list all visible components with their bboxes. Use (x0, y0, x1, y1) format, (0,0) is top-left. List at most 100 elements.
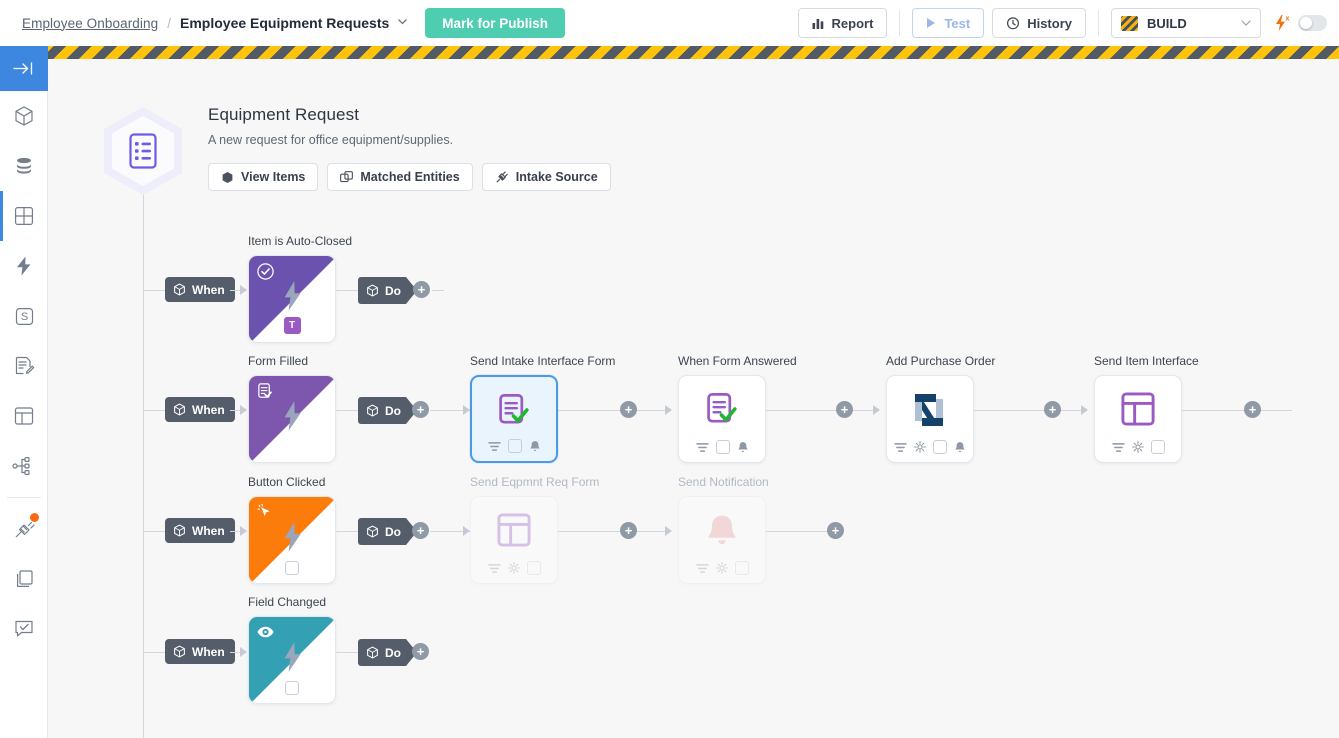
bell-icon[interactable] (954, 441, 966, 454)
checkbox-icon[interactable] (1151, 440, 1165, 454)
automation-toggle[interactable] (1298, 15, 1327, 31)
row3-lead-line (143, 531, 165, 532)
cube-icon (173, 403, 186, 416)
do-chip-row1[interactable]: Do (358, 277, 417, 304)
chevron-down-icon[interactable] (398, 19, 407, 25)
environment-select[interactable]: BUILD (1111, 8, 1261, 38)
sidebar-item-automations[interactable] (0, 241, 48, 291)
trigger-card-button-clicked[interactable] (248, 496, 336, 584)
intake-source-button[interactable]: Intake Source (482, 163, 611, 191)
row4-lead-line (143, 652, 165, 653)
add-action-button-row4-a[interactable]: + (412, 643, 429, 660)
breadcrumb-separator: / (167, 16, 171, 31)
action-card-send-eqpmnt-req-form[interactable] (470, 496, 558, 584)
sidebar-item-scripts[interactable]: S (0, 291, 48, 341)
checkbox-icon[interactable] (716, 440, 730, 454)
sidebar-item-approvals[interactable] (0, 604, 48, 654)
when-chip-row2[interactable]: When (165, 397, 235, 422)
root-node-hexagon[interactable] (104, 107, 182, 195)
add-action-button-row2-a[interactable]: + (412, 401, 429, 418)
sidebar-item-versions[interactable] (0, 554, 48, 604)
row3-arrow-a (240, 526, 247, 536)
trigger-card-footer (249, 681, 335, 695)
sidebar-item-layouts[interactable] (0, 391, 48, 441)
add-action-button-row1[interactable]: + (413, 281, 430, 298)
gear-icon[interactable] (1132, 441, 1144, 453)
play-icon (926, 17, 937, 29)
history-button[interactable]: History (992, 8, 1086, 38)
sidebar-item-hierarchy[interactable] (0, 441, 48, 491)
cube-icon (366, 284, 379, 297)
do-chip-row2[interactable]: Do (358, 397, 417, 424)
add-action-button-row2-e[interactable]: + (1244, 401, 1261, 418)
trigger-card-field-changed[interactable] (248, 616, 336, 704)
filter-icon[interactable] (696, 442, 709, 453)
cube-icon (173, 524, 186, 537)
filter-icon[interactable] (894, 442, 907, 453)
gear-icon[interactable] (716, 562, 728, 574)
action-card-send-item-interface[interactable] (1094, 375, 1182, 463)
template-badge[interactable]: T (284, 317, 301, 334)
do-chip-label: Do (385, 404, 401, 418)
when-chip-row4[interactable]: When (165, 639, 235, 664)
view-items-button[interactable]: View Items (208, 163, 318, 191)
form-check-icon (256, 382, 275, 401)
node-label-field-changed: Field Changed (248, 595, 326, 609)
bolt-disabled-icon[interactable]: x (1274, 14, 1291, 32)
flow-trunk-line (143, 180, 144, 738)
gear-icon[interactable] (508, 562, 520, 574)
chart-bars-icon (812, 17, 825, 30)
action-card-when-form-answered[interactable] (678, 375, 766, 463)
checkbox-icon[interactable] (735, 561, 749, 575)
action-card-send-notification[interactable] (678, 496, 766, 584)
layout-panels-icon (1119, 391, 1157, 427)
checkbox-icon[interactable] (527, 561, 541, 575)
matched-entities-button[interactable]: Matched Entities (327, 163, 472, 191)
chevron-down-icon (1241, 20, 1251, 26)
row2-conn-b (336, 410, 358, 411)
breadcrumb-parent-link[interactable]: Employee Onboarding (22, 16, 158, 31)
sidebar-item-data[interactable] (0, 141, 48, 191)
bell-icon[interactable] (529, 440, 541, 453)
add-action-button-row2-b[interactable]: + (620, 401, 637, 418)
add-action-button-row3-b[interactable]: + (620, 522, 637, 539)
trigger-card-item-auto-closed[interactable]: T (248, 255, 336, 343)
bell-icon[interactable] (737, 441, 749, 454)
gear-icon[interactable] (914, 441, 926, 453)
report-button[interactable]: Report (798, 8, 888, 38)
bolt-icon (280, 641, 304, 673)
action-card-send-intake-interface-form[interactable] (470, 375, 558, 463)
add-action-button-row2-c[interactable]: + (836, 401, 853, 418)
form-check-icon (703, 391, 741, 429)
checkbox-icon[interactable] (285, 681, 299, 695)
when-chip-row1[interactable]: When (165, 277, 235, 302)
test-button[interactable]: Test (912, 8, 984, 38)
sidebar-item-integrations[interactable] (0, 504, 48, 554)
do-chip-row3[interactable]: Do (358, 518, 417, 545)
history-button-label: History (1027, 16, 1072, 31)
checkbox-icon[interactable] (508, 439, 522, 453)
sidebar-item-forms[interactable] (0, 341, 48, 391)
sidebar-item-objects[interactable] (0, 91, 48, 141)
add-action-button-row2-d[interactable]: + (1044, 401, 1061, 418)
mark-for-publish-button[interactable]: Mark for Publish (425, 8, 565, 38)
trigger-card-form-filled[interactable] (248, 375, 336, 463)
filter-icon[interactable] (488, 563, 501, 574)
build-stripe-icon (1121, 16, 1138, 31)
sidebar-item-interfaces[interactable] (0, 191, 48, 241)
workflow-canvas[interactable]: Equipment Request A new request for offi… (48, 59, 1339, 738)
check-circle-icon (256, 262, 275, 281)
filter-icon[interactable] (1112, 442, 1125, 453)
collapse-panel-icon[interactable] (0, 46, 48, 91)
checkbox-icon[interactable] (933, 440, 947, 454)
action-card-footer (1095, 440, 1181, 454)
checkbox-icon[interactable] (285, 561, 299, 575)
when-chip-row3[interactable]: When (165, 518, 235, 543)
toolbar-divider-2 (1098, 10, 1099, 36)
filter-icon[interactable] (696, 563, 709, 574)
add-action-button-row3-c[interactable]: + (827, 522, 844, 539)
filter-icon[interactable] (488, 441, 501, 452)
add-action-button-row3-a[interactable]: + (412, 522, 429, 539)
action-card-add-purchase-order[interactable] (886, 375, 974, 463)
do-chip-row4[interactable]: Do (358, 639, 417, 666)
